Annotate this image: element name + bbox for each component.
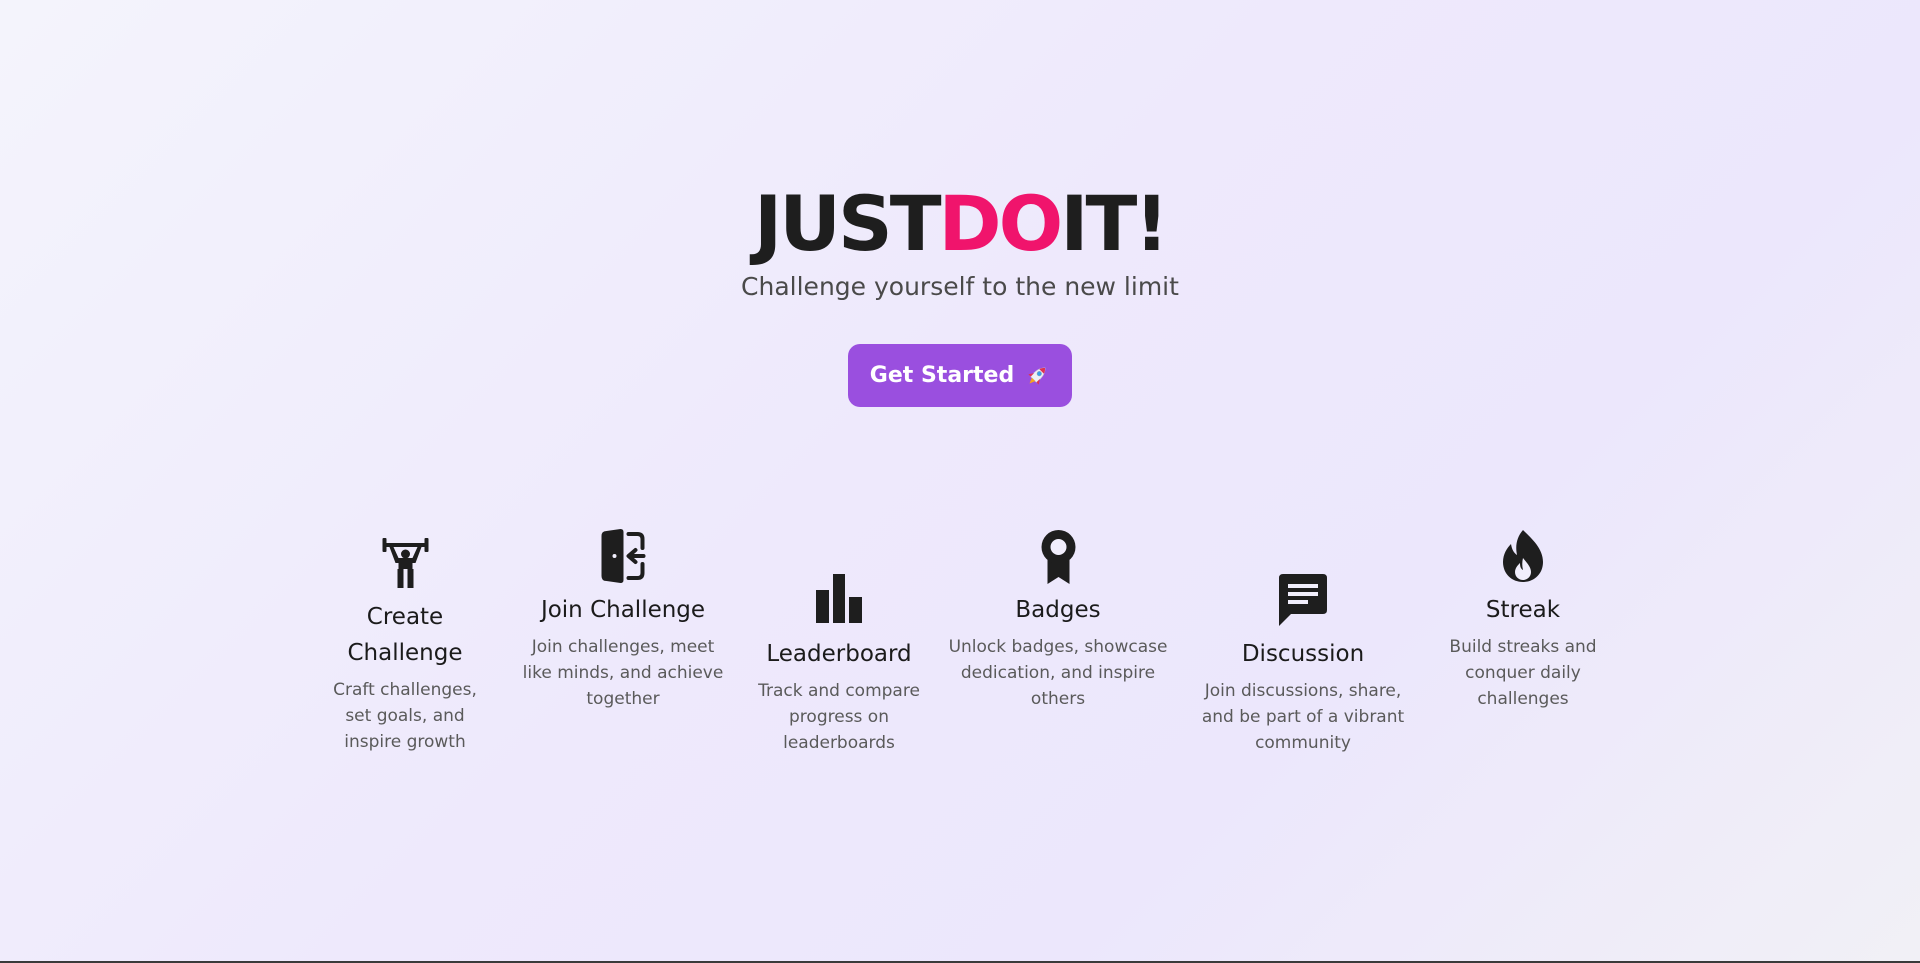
bar-chart-icon xyxy=(816,574,862,623)
door-enter-icon xyxy=(601,529,645,583)
get-started-button[interactable]: Get Started xyxy=(848,344,1072,407)
feature-title: Badges xyxy=(1015,597,1101,623)
feature-streak: Streak Build streaks and conquer daily c… xyxy=(1438,528,1608,712)
weightlifter-icon xyxy=(382,538,428,588)
feature-description: Craft challenges, set goals, and inspire… xyxy=(333,680,477,752)
feature-description: Track and compare progress on leaderboar… xyxy=(758,681,920,753)
app-logo: JUSTDOIT! xyxy=(0,178,1920,270)
hero-section: JUSTDOIT! Challenge yourself to the new … xyxy=(0,178,1920,407)
feature-title: Discussion xyxy=(1241,641,1365,667)
feature-create-challenge: Create Challenge Craft challenges, set g… xyxy=(318,535,493,755)
rocket-icon xyxy=(1028,367,1046,385)
feature-title: Leaderboard xyxy=(766,641,912,667)
feature-description: Build streaks and conquer daily challeng… xyxy=(1449,637,1597,709)
feature-title: Join Challenge xyxy=(540,597,706,623)
feature-description: Join challenges, meet like minds, and ac… xyxy=(522,637,724,709)
logo-part-just: JUST xyxy=(753,179,942,268)
tagline: Challenge yourself to the new limit xyxy=(741,272,1179,301)
feature-title: Streak xyxy=(1485,597,1561,623)
logo-part-do: DO xyxy=(938,179,1064,268)
feature-badges: Badges Unlock badges, showcase dedicatio… xyxy=(946,528,1171,712)
feature-description: Unlock badges, showcase dedication, and … xyxy=(948,637,1168,709)
award-ribbon-icon xyxy=(1041,530,1075,584)
get-started-label: Get Started xyxy=(869,363,1015,388)
feature-join-challenge: Join Challenge Join challenges, meet lik… xyxy=(516,528,731,712)
logo-part-it: IT! xyxy=(1060,179,1169,268)
feature-title: Create Challenge xyxy=(347,604,463,666)
chat-bubble-icon xyxy=(1279,574,1327,626)
feature-description: Join discussions, share, and be part of … xyxy=(1201,681,1405,753)
feature-leaderboard: Leaderboard Track and compare progress o… xyxy=(754,572,924,756)
flame-icon xyxy=(1503,530,1543,582)
feature-discussion: Discussion Join discussions, share, and … xyxy=(1198,572,1408,756)
